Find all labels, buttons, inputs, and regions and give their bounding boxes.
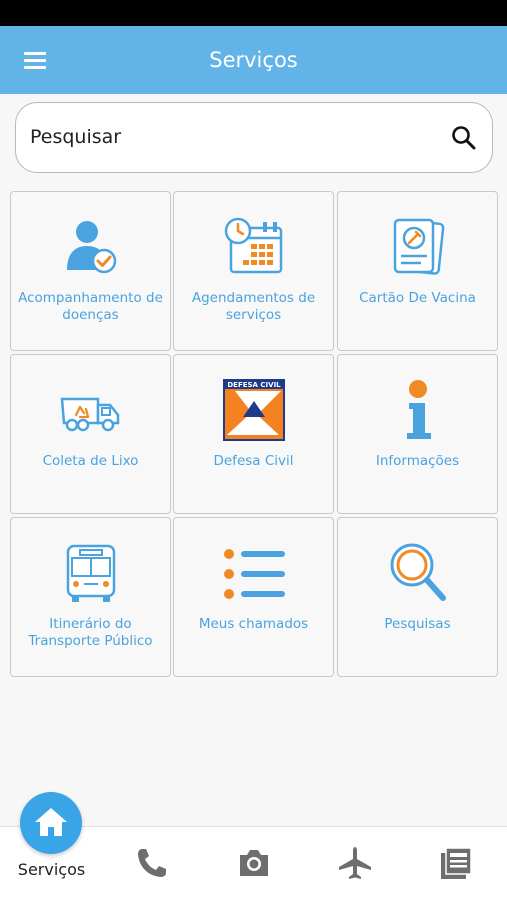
tile-label: Meus chamados: [198, 616, 309, 632]
tile-itinerario-transporte[interactable]: Itinerário do Transporte Público: [10, 517, 171, 677]
status-bar: [0, 0, 507, 26]
svg-text:DEFESA CIVIL: DEFESA CIVIL: [227, 381, 281, 389]
phone-icon[interactable]: [134, 845, 170, 881]
vaccine-card-icon: [385, 214, 451, 280]
calendar-clock-icon: [221, 214, 287, 280]
tile-cartao-vacina[interactable]: Cartão De Vacina: [337, 191, 498, 351]
tile-label: Coleta de Lixo: [42, 453, 139, 469]
tile-acompanhamento-doencas[interactable]: Acompanhamento de doenças: [10, 191, 171, 351]
magnifier-icon: [385, 540, 451, 606]
tile-pesquisas[interactable]: Pesquisas: [337, 517, 498, 677]
search-input[interactable]: [30, 119, 430, 155]
tile-meus-chamados[interactable]: Meus chamados: [173, 517, 334, 677]
defesa-civil-logo: DEFESA CIVIL: [221, 377, 287, 443]
tile-label: Itinerário do Transporte Público: [28, 616, 153, 649]
person-check-icon: [58, 214, 124, 280]
tile-label: Defesa Civil: [213, 453, 294, 469]
tile-informacoes[interactable]: Informações: [337, 354, 498, 514]
search-bar: [15, 102, 493, 173]
camera-icon[interactable]: [236, 845, 272, 881]
search-icon[interactable]: [449, 123, 479, 153]
tile-label: Acompanhamento de doenças: [18, 290, 163, 323]
tile-label: Agendamentos de serviços: [191, 290, 316, 323]
page-title: Serviços: [209, 48, 298, 72]
home-icon[interactable]: [20, 792, 82, 854]
bus-icon: [58, 540, 124, 606]
tile-label: Informações: [375, 453, 460, 469]
tile-defesa-civil[interactable]: DEFESA CIVIL Defesa Civil: [173, 354, 334, 514]
news-icon[interactable]: [438, 845, 474, 881]
list-icon: [221, 540, 287, 606]
tile-coleta-lixo[interactable]: Coleta de Lixo: [10, 354, 171, 514]
tile-label: Pesquisas: [384, 616, 451, 632]
garbage-truck-icon: [58, 377, 124, 443]
nav-label-servicos: Serviços: [17, 860, 86, 879]
info-icon: [385, 377, 451, 443]
app-bar: Serviços: [0, 26, 507, 94]
tile-label: Cartão De Vacina: [359, 290, 476, 306]
hamburger-menu-icon[interactable]: [18, 48, 52, 74]
tile-agendamentos-servicos[interactable]: Agendamentos de serviços: [173, 191, 334, 351]
airplane-icon[interactable]: [337, 845, 373, 881]
